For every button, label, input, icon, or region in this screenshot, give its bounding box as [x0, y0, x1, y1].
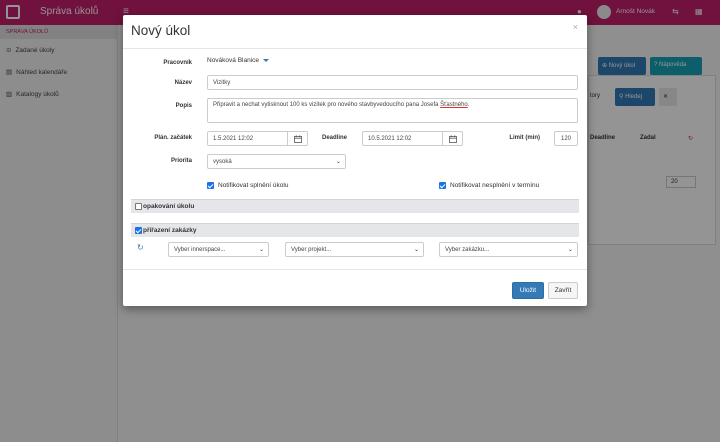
- close-button[interactable]: Zavřít: [548, 282, 578, 299]
- order-checkbox[interactable]: [135, 227, 142, 234]
- priority-select[interactable]: vysoká ⌄: [207, 154, 346, 169]
- notify-done-label[interactable]: Notifikovat splnění úkolu: [218, 182, 288, 189]
- notify-done-checkbox[interactable]: [207, 182, 214, 189]
- order-select[interactable]: Vyber zakázku... ⌄: [439, 242, 578, 257]
- save-button[interactable]: Uložit: [512, 282, 544, 299]
- start-label: Plán. začátek: [154, 135, 192, 141]
- repeat-checkbox[interactable]: [135, 203, 142, 210]
- worker-label: Pracovník: [163, 60, 192, 66]
- notify-missed-label[interactable]: Notifikovat nesplnění v termínu: [450, 182, 539, 189]
- dialog-title: Nový úkol: [131, 23, 191, 38]
- description-textarea[interactable]: Připravit a nechat vytisknout 100 ks viz…: [207, 98, 578, 123]
- section-order[interactable]: přiřazení zakázky: [131, 223, 579, 237]
- deadline-label: Deadline: [321, 135, 347, 141]
- chevron-down-icon: ⌄: [567, 247, 573, 253]
- section-repeat-title[interactable]: opakování úkolu: [143, 203, 194, 210]
- caret-down-icon: [263, 58, 270, 62]
- start-date-input[interactable]: 1.5.2021 12:02: [207, 131, 288, 146]
- deadline-calendar-button[interactable]: [443, 131, 463, 146]
- calendar-icon: [449, 135, 457, 143]
- priority-label: Priorita: [170, 158, 192, 164]
- chevron-down-icon: ⌄: [258, 247, 264, 253]
- description-label: Popis: [175, 103, 192, 109]
- new-task-dialog: Nový úkol × Pracovník Nováková Blanice N…: [123, 15, 587, 306]
- close-icon[interactable]: ×: [573, 22, 578, 32]
- refresh-icon[interactable]: ↻: [137, 243, 144, 252]
- start-calendar-button[interactable]: [288, 131, 308, 146]
- calendar-icon: [294, 135, 302, 143]
- notify-missed-checkbox[interactable]: [439, 182, 446, 189]
- spellcheck-mark: Šťastného: [440, 102, 468, 108]
- section-order-title[interactable]: přiřazení zakázky: [143, 227, 196, 234]
- deadline-input[interactable]: 10.5.2021 12:02: [362, 131, 443, 146]
- worker-dropdown[interactable]: Nováková Blanice: [207, 57, 270, 64]
- section-repeat[interactable]: opakování úkolu: [131, 199, 579, 213]
- name-label: Název: [174, 80, 192, 86]
- chevron-down-icon: ⌄: [335, 159, 341, 165]
- innerspace-select[interactable]: Vyber innerspace... ⌄: [168, 242, 269, 257]
- dialog-header: Nový úkol ×: [123, 15, 587, 49]
- chevron-down-icon: ⌄: [413, 247, 419, 253]
- name-input[interactable]: Vizitky: [207, 75, 578, 90]
- dialog-footer-divider: [123, 269, 587, 270]
- limit-input[interactable]: 120: [554, 131, 578, 146]
- limit-label: Limit (min): [509, 135, 540, 141]
- project-select[interactable]: Vyber projekt... ⌄: [285, 242, 424, 257]
